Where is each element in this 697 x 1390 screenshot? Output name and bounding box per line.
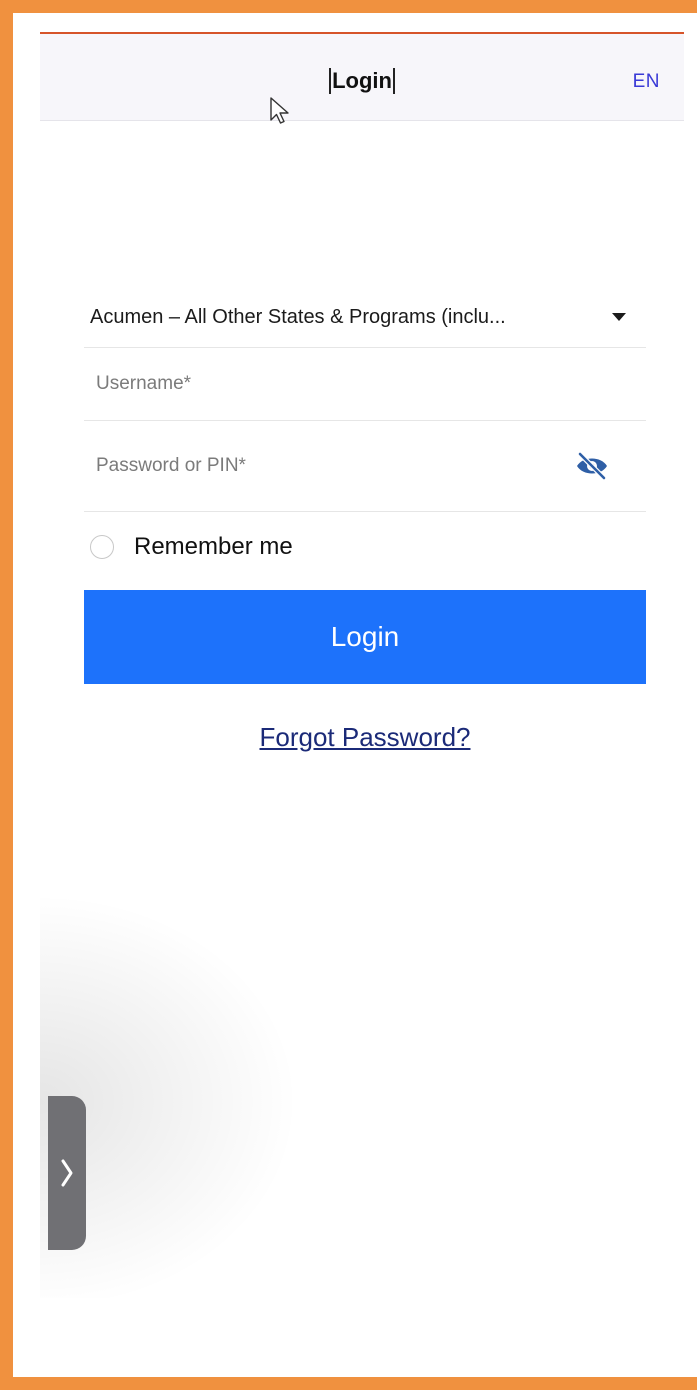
remember-me-label[interactable]: Remember me	[134, 533, 293, 561]
remember-me-radio[interactable]	[90, 535, 114, 559]
eye-slash-icon[interactable]	[574, 449, 610, 483]
caret-down-icon	[612, 313, 626, 321]
program-select[interactable]: Acumen – All Other States & Programs (in…	[84, 287, 646, 348]
forgot-password-link[interactable]: Forgot Password?	[84, 722, 646, 753]
mouse-pointer-icon	[270, 97, 289, 124]
remember-me-row: Remember me	[84, 527, 646, 567]
chevron-right-icon	[61, 1159, 73, 1187]
header-bar: Login EN	[40, 34, 684, 124]
page-title-wrap: Login	[40, 68, 684, 94]
app-screen: Login EN Acumen – All Other States & Pro…	[40, 32, 684, 1298]
side-drawer-tab[interactable]	[48, 1096, 86, 1250]
page-title: Login	[329, 68, 395, 94]
login-button[interactable]: Login	[84, 590, 646, 684]
username-field-row	[84, 348, 646, 421]
password-field-row	[84, 421, 646, 512]
language-button[interactable]: EN	[633, 71, 660, 93]
username-input[interactable]	[84, 372, 646, 396]
program-select-value: Acumen – All Other States & Programs (in…	[90, 305, 506, 328]
password-input[interactable]	[84, 454, 574, 478]
